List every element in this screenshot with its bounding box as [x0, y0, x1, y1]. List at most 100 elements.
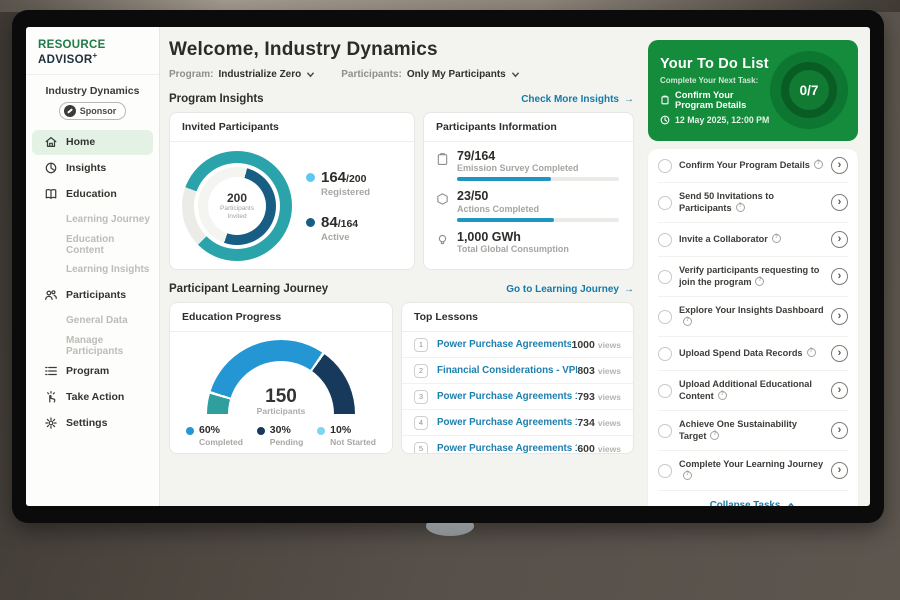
todo-item[interactable]: Verify participants requesting to join t…	[658, 257, 848, 297]
filters-row: Program: Industrialize Zero Participants…	[169, 69, 634, 80]
legend-dot	[306, 218, 315, 227]
participants-filter-label: Participants:	[341, 69, 402, 80]
lesson-row[interactable]: 2 Financial Considerations - VPPAs 803 v…	[402, 358, 633, 384]
sidebar-nav: Home Insights Education	[26, 130, 159, 436]
todo-item[interactable]: Confirm Your Program Details	[658, 149, 848, 183]
lesson-link[interactable]: Power Purchase Agreements 101	[437, 339, 571, 350]
lesson-link[interactable]: Power Purchase Agreements 101	[437, 391, 577, 402]
checkbox[interactable]	[658, 159, 672, 173]
sidebar-item-participants[interactable]: Participants	[32, 283, 153, 308]
lesson-link[interactable]: Power Purchase Agreements 103	[437, 443, 577, 454]
sidebar-item-program[interactable]: Program	[32, 359, 153, 384]
checkbox[interactable]	[658, 347, 672, 361]
logo-advisor: ADVISOR	[38, 54, 93, 66]
lesson-row[interactable]: 1 Power Purchase Agreements 101 1000 vie…	[402, 332, 633, 358]
learning-journey-title: Participant Learning Journey	[169, 283, 328, 295]
check-more-insights-link[interactable]: Check More Insights	[521, 94, 634, 105]
clock-icon	[660, 115, 670, 125]
sidebar-item-label: Education	[66, 188, 117, 200]
card-title: Top Lessons	[402, 303, 633, 332]
lesson-link[interactable]: Power Purchase Agreements 102	[437, 417, 577, 428]
book-icon	[44, 187, 58, 201]
chevron-up-icon	[786, 502, 796, 506]
info-icon[interactable]	[718, 391, 727, 400]
program-filter-dropdown[interactable]: Program: Industrialize Zero	[169, 69, 315, 80]
sponsor-badge[interactable]: Sponsor	[59, 102, 127, 120]
legend-item-registered: 164/200 Registered	[306, 169, 370, 198]
sidebar-item-label: Learning Insights	[66, 264, 149, 275]
chevron-right-icon[interactable]	[831, 308, 848, 325]
todo-progress-ring: 0/7	[770, 51, 848, 129]
todo-item[interactable]: Invite a Collaborator	[658, 223, 848, 257]
info-icon[interactable]	[772, 234, 781, 243]
card-title: Participants Information	[424, 113, 633, 142]
chevron-right-icon[interactable]	[831, 157, 848, 174]
todo-due-date: 12 May 2025, 12:00 PM	[675, 115, 769, 125]
sidebar-item-learning-journey[interactable]: Learning Journey	[32, 208, 153, 232]
checkbox[interactable]	[658, 233, 672, 247]
sidebar-item-learning-insights[interactable]: Learning Insights	[32, 258, 153, 282]
invited-participants-donut-chart: 200 Participants Invited	[182, 151, 292, 261]
todo-item[interactable]: Upload Spend Data Records	[658, 337, 848, 371]
participants-filter-dropdown[interactable]: Participants: Only My Participants	[341, 69, 520, 80]
info-icon[interactable]	[814, 160, 823, 169]
checkbox[interactable]	[658, 464, 672, 478]
chevron-right-icon[interactable]	[831, 462, 848, 479]
sidebar-item-insights[interactable]: Insights	[32, 156, 153, 181]
chevron-right-icon[interactable]	[831, 422, 848, 439]
chevron-right-icon[interactable]	[831, 231, 848, 248]
main-content: Welcome, Industry Dynamics Program: Indu…	[160, 27, 643, 506]
todo-item[interactable]: Complete Your Learning Journey	[658, 451, 848, 491]
legend-dot	[306, 173, 315, 182]
lesson-row[interactable]: 4 Power Purchase Agreements 102 734 view…	[402, 410, 633, 436]
sidebar-item-general-data[interactable]: General Data	[32, 309, 153, 333]
checkbox[interactable]	[658, 384, 672, 398]
todo-item[interactable]: Explore Your Insights Dashboard	[658, 297, 848, 337]
lesson-row[interactable]: 3 Power Purchase Agreements 101 793 view…	[402, 384, 633, 410]
sidebar-item-label: Take Action	[66, 391, 124, 403]
list-icon	[44, 364, 58, 378]
progress-bar	[457, 177, 619, 181]
checkbox[interactable]	[658, 424, 672, 438]
chevron-right-icon[interactable]	[831, 382, 848, 399]
app-logo[interactable]: RESOURCE ADVISOR+	[26, 27, 159, 75]
checkbox[interactable]	[658, 270, 672, 284]
logo-resource: RESOURCE	[38, 39, 106, 51]
lesson-row[interactable]: 5 Power Purchase Agreements 103 600 view…	[402, 436, 633, 454]
logo-plus: +	[93, 51, 98, 60]
gauge-center-value: 150	[207, 387, 355, 406]
legend-item-pending: 30% Pending	[257, 424, 304, 447]
take-action-icon	[44, 390, 58, 404]
bulb-icon	[436, 233, 449, 247]
chevron-down-icon	[306, 71, 315, 78]
chevron-right-icon[interactable]	[831, 268, 848, 285]
todo-item[interactable]: Send 50 Invitations to Participants	[658, 183, 848, 223]
info-icon[interactable]	[683, 471, 692, 480]
todo-panel: Your To Do List Complete Your Next Task:…	[648, 40, 858, 506]
chevron-right-icon[interactable]	[831, 194, 848, 211]
sidebar-item-manage-participants[interactable]: Manage Participants	[32, 334, 153, 358]
checkbox[interactable]	[658, 196, 672, 210]
info-icon[interactable]	[710, 431, 719, 440]
sidebar-item-home[interactable]: Home	[32, 130, 153, 155]
info-icon[interactable]	[683, 317, 692, 326]
box-icon	[436, 192, 449, 206]
todo-item[interactable]: Upload Additional Educational Content	[658, 371, 848, 411]
go-to-learning-journey-link[interactable]: Go to Learning Journey	[506, 284, 634, 295]
legend-item-completed: 60% Completed	[186, 424, 243, 447]
sidebar-item-settings[interactable]: Settings	[32, 411, 153, 436]
info-icon[interactable]	[736, 203, 745, 212]
todo-item[interactable]: Achieve One Sustainability Target	[658, 411, 848, 451]
legend-dot	[186, 427, 194, 435]
checkbox[interactable]	[658, 310, 672, 324]
lesson-link[interactable]: Financial Considerations - VPPAs	[437, 365, 577, 376]
sidebar-item-take-action[interactable]: Take Action	[32, 385, 153, 410]
info-icon[interactable]	[755, 277, 764, 286]
sidebar-item-education[interactable]: Education	[32, 182, 153, 207]
chevron-right-icon[interactable]	[831, 345, 848, 362]
sidebar-item-education-content[interactable]: Education Content	[32, 233, 153, 257]
program-filter-value: Industrialize Zero	[218, 69, 301, 80]
info-icon[interactable]	[807, 348, 816, 357]
collapse-tasks-link[interactable]: Collapse Tasks	[658, 491, 848, 506]
lesson-rank: 2	[414, 364, 428, 378]
